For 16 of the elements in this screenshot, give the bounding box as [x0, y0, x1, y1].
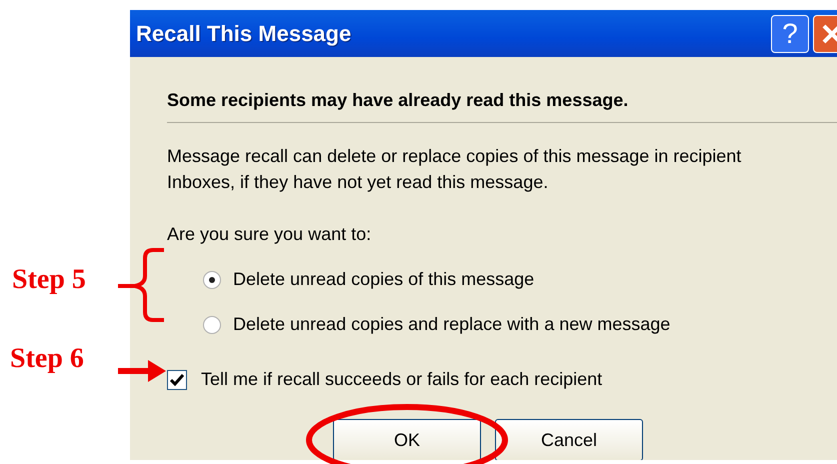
step-label: Step 5	[12, 266, 86, 294]
checkbox[interactable]	[167, 370, 187, 390]
step-label: Step 6	[10, 345, 84, 373]
ok-button[interactable]: OK	[333, 419, 481, 460]
message-text: Message recall can delete or replace copies of this message in recipient Inboxes, if they have not yet read this message.	[167, 145, 742, 194]
dialog-heading: Some recipients may have already read this message.	[167, 87, 837, 123]
arrow-drawing	[118, 360, 166, 382]
help-button[interactable]: ?	[771, 14, 809, 52]
radio-button[interactable]	[203, 316, 221, 334]
option-label[interactable]: Delete unread copies and replace with a new message	[233, 311, 670, 338]
window-title: Recall This Message	[136, 20, 352, 48]
cancel-button[interactable]: Cancel	[495, 419, 643, 460]
radio-button[interactable]	[203, 270, 221, 288]
option-label[interactable]: Delete unread copies of this message	[233, 266, 534, 293]
checkbox-label[interactable]: Tell me if recall succeeds or fails for each recipient	[201, 366, 602, 393]
prompt-text: Are you sure you want to:	[167, 223, 372, 246]
